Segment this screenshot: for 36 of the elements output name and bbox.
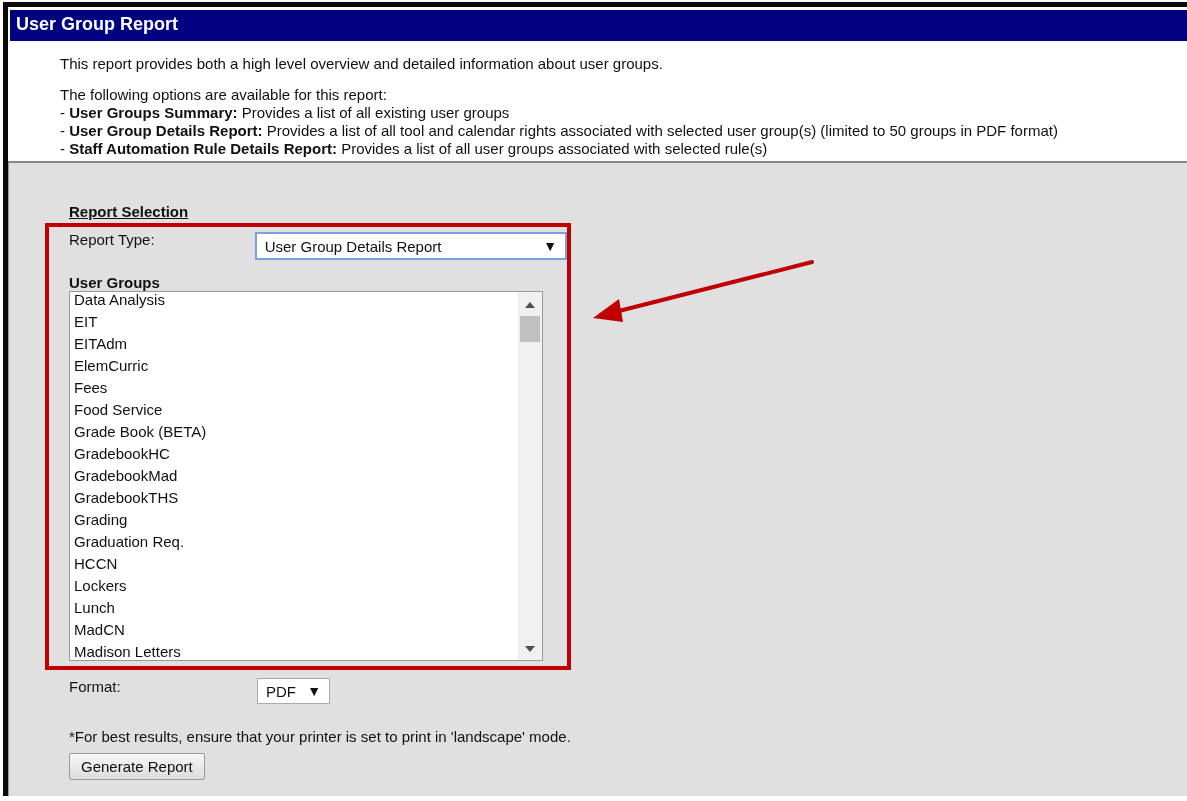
list-item[interactable]: Grading (74, 509, 128, 531)
note-text: *For best results, ensure that your printer is set to print in 'landscape' mode. (69, 728, 571, 745)
field-label: Report Type: (69, 231, 156, 248)
list-item[interactable]: MadCN (74, 619, 125, 641)
list-item[interactable]: GradebookMad (74, 465, 178, 487)
scrollbar[interactable] (518, 292, 542, 660)
window-title: User Group Report (10, 10, 1187, 41)
list-item[interactable]: EITAdm (74, 333, 128, 355)
list-item[interactable]: GradebookHC (74, 443, 170, 465)
list-item[interactable]: Lockers (74, 575, 127, 597)
scroll-thumb[interactable] (520, 316, 540, 342)
list-item[interactable]: Food Service (74, 399, 163, 421)
scroll-down-icon[interactable] (525, 646, 535, 652)
list-item[interactable]: EIT (74, 311, 98, 333)
format-dropdown[interactable]: PDF ▼ (257, 678, 330, 704)
list-item[interactable]: Grade Book (BETA) (74, 421, 207, 443)
list-item[interactable]: Fees (74, 377, 108, 399)
option-text: - User Groups Summary: Provides a list of all existing user groups (60, 104, 511, 122)
list-item[interactable]: Graduation Req. (74, 531, 185, 553)
list-item[interactable]: GradebookTHS (74, 487, 179, 509)
generate-report-button[interactable]: Generate Report (69, 753, 205, 780)
option-text: - Staff Automation Rule Details Report: Provides a list of all user groups associated with selected rule(s) (60, 140, 769, 158)
report-type-dropdown[interactable]: User Group Details Report ▼ (254, 232, 567, 260)
options-heading: The following options are available for this report: (60, 86, 388, 104)
field-label: Format: (69, 678, 122, 695)
description-text: This report provides both a high level overview and detailed information about user groups. (60, 55, 664, 73)
list-item[interactable]: Lunch (74, 597, 115, 619)
list-item[interactable]: HCCN (74, 553, 118, 575)
section-title: Report Selection (69, 203, 189, 220)
list-item[interactable]: ElemCurric (74, 355, 149, 377)
user-groups-list[interactable]: Data Analysis EIT EITAdm ElemCurric Fees Food Service Grade Book (BETA) GradebookHC GradebookMad GradebookTHS Grading Graduation Req. HCCN Lockers Lunch MadCN Madison Letters (69, 291, 543, 661)
field-label: User Groups (69, 274, 160, 291)
list-item[interactable]: Madison Letters (74, 641, 181, 660)
option-text: - User Group Details Report: Provides a list of all tool and calendar rights associated with selected user group(s) (limited to 50 groups in PDF format) (60, 122, 1059, 140)
list-item[interactable]: Data Analysis (74, 292, 165, 311)
scroll-up-icon[interactable] (525, 302, 535, 308)
